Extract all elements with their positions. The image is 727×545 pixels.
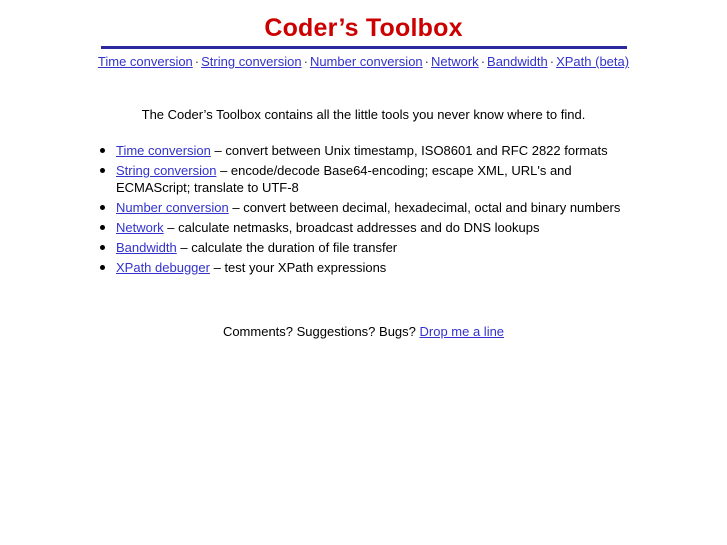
bullet-icon <box>100 245 105 250</box>
tool-description: calculate netmasks, broadcast addresses … <box>178 220 540 235</box>
main-nav: Time conversion · String conversion · Number… <box>91 54 637 70</box>
nav-separator: · <box>549 54 555 69</box>
tool-dash: – <box>163 220 179 235</box>
tool-description: calculate the duration of file transfer <box>191 240 398 255</box>
tool-dash: – <box>216 163 231 178</box>
tool-link-network[interactable]: Network <box>116 220 164 235</box>
bullet-icon <box>100 205 105 210</box>
tool-description: convert between Unix timestamp, ISO8601 … <box>225 143 608 158</box>
bullet-icon <box>100 148 105 153</box>
list-item: XPath debugger – test your XPath express… <box>0 259 727 276</box>
bullet-icon <box>100 225 105 230</box>
page-root: Coder’s Toolbox Time conversion · String c… <box>0 0 727 545</box>
nav-item-string-conversion[interactable]: String conversion <box>201 54 301 69</box>
nav-separator: · <box>303 54 308 69</box>
nav-item-number-conversion[interactable]: Number conversion <box>310 54 423 69</box>
tool-description: convert between decimal, hexadecimal, oc… <box>243 200 621 215</box>
tool-dash: – <box>210 143 226 158</box>
page-footer: Comments? Suggestions? Bugs? Drop me a l… <box>0 323 727 341</box>
tool-dash: – <box>209 260 225 275</box>
nav-separator: · <box>480 54 486 69</box>
main-content: The Coder’s Toolbox contains all the lit… <box>0 100 727 279</box>
list-item: Time conversion – convert between Unix t… <box>0 142 727 159</box>
tool-list: Time conversion – convert between Unix t… <box>0 142 727 276</box>
header-divider <box>100 46 627 49</box>
list-item: String conversion – encode/decode Base64… <box>0 162 727 196</box>
nav-item-bandwidth[interactable]: Bandwidth <box>487 54 548 69</box>
tool-link-string-conversion[interactable]: String conversion <box>116 163 216 178</box>
nav-item-xpath[interactable]: XPath (beta) <box>556 54 629 69</box>
tool-link-bandwidth[interactable]: Bandwidth <box>116 240 177 255</box>
list-item: Number conversion – convert between deci… <box>0 199 727 216</box>
list-item: Network – calculate netmasks, broadcast … <box>0 219 727 236</box>
nav-separator: · <box>424 54 429 69</box>
bullet-icon <box>100 265 105 270</box>
site-header: Coder’s Toolbox <box>0 0 727 49</box>
nav-item-time-conversion[interactable]: Time conversion <box>98 54 193 69</box>
bullet-icon <box>100 168 105 173</box>
list-item: Bandwidth – calculate the duration of fi… <box>0 239 727 256</box>
tool-link-time-conversion[interactable]: Time conversion <box>116 143 211 158</box>
nav-separator: · <box>194 54 200 69</box>
tool-link-xpath-debugger[interactable]: XPath debugger <box>116 260 210 275</box>
page-title: Coder’s Toolbox <box>264 14 463 42</box>
nav-item-network[interactable]: Network <box>431 54 479 69</box>
tool-description: test your XPath expressions <box>224 260 387 275</box>
tool-link-number-conversion[interactable]: Number conversion <box>116 200 229 215</box>
tool-dash: – <box>228 200 244 215</box>
contact-link[interactable]: Drop me a line <box>420 324 505 339</box>
footer-text: Comments? Suggestions? Bugs? <box>222 324 420 339</box>
intro-text: The Coder’s Toolbox contains all the lit… <box>141 107 586 122</box>
tool-dash: – <box>176 240 192 255</box>
